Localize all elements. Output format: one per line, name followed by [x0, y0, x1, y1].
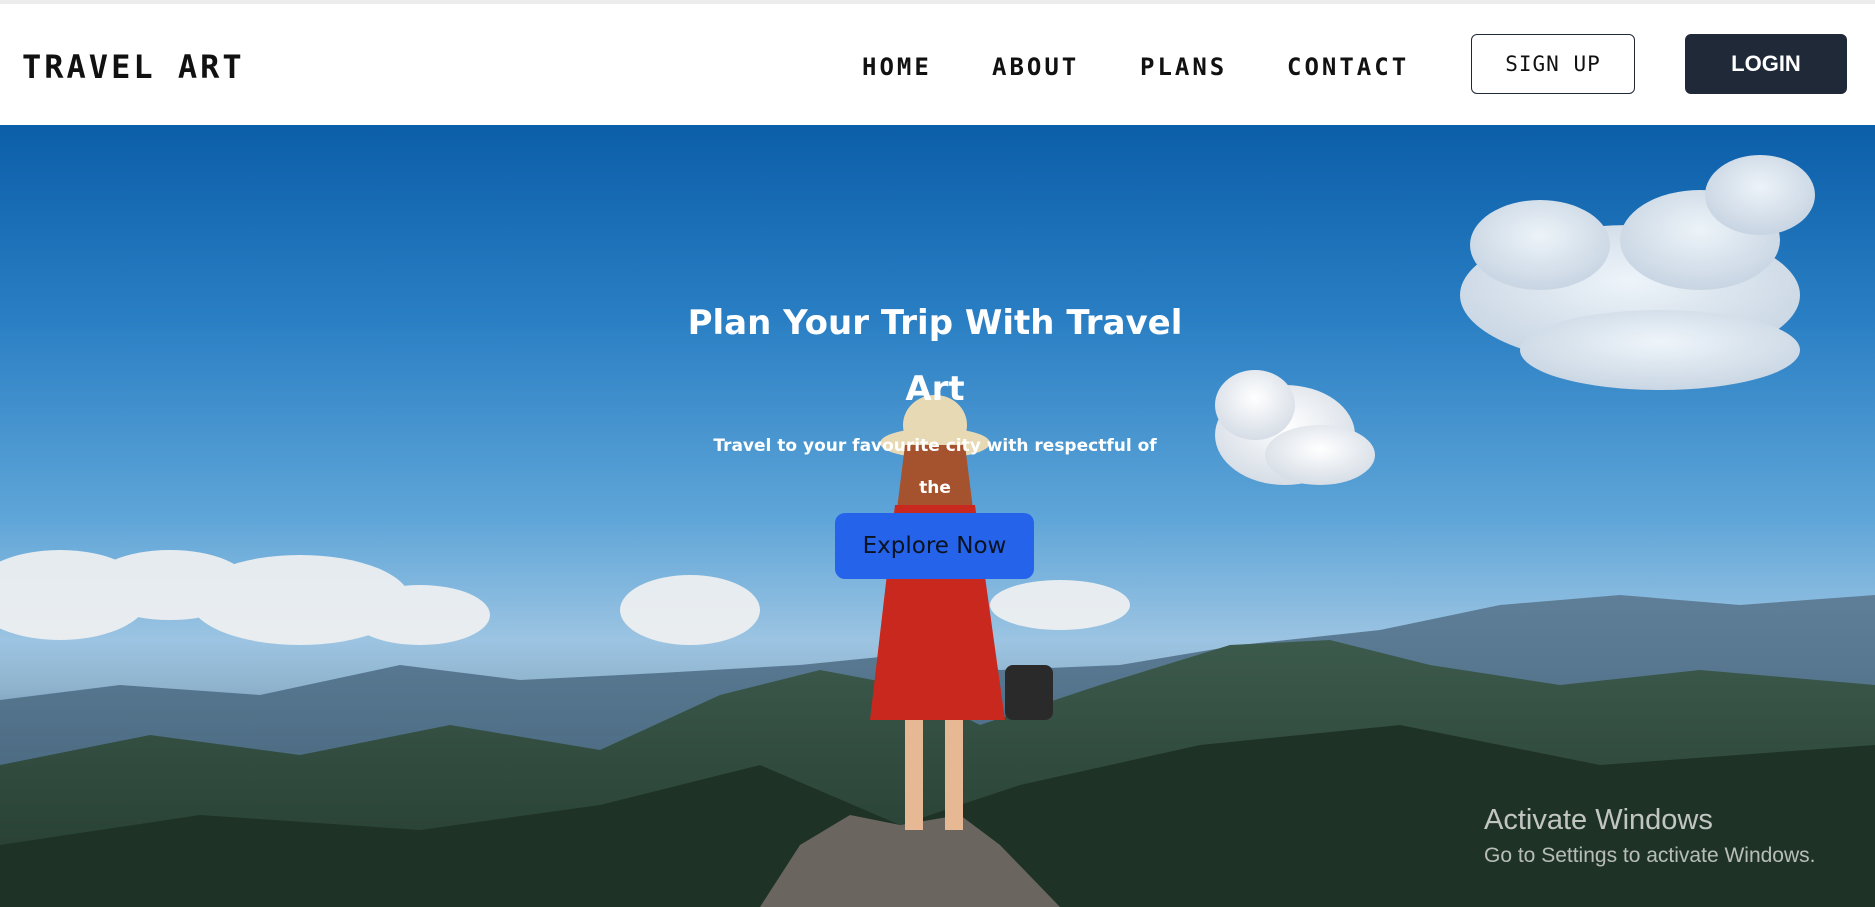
cloud-right	[1460, 155, 1815, 390]
hero-title-line1: Plan Your Trip With Travel	[687, 303, 1183, 343]
nav-contact[interactable]: CONTACT	[1287, 53, 1409, 81]
hero-subtitle-line1: Travel to your favourite city with respe…	[713, 436, 1157, 498]
hero-section: Plan Your Trip With Travel Art Travel to…	[0, 125, 1875, 907]
explore-now-button[interactable]: Explore Now	[835, 513, 1034, 579]
login-button[interactable]: LOGIN	[1685, 34, 1847, 94]
nav-about[interactable]: ABOUT	[992, 53, 1079, 81]
cloud-center	[1215, 370, 1375, 485]
navbar: TRAVEL ART HOME ABOUT PLANS CONTACT SIGN…	[0, 4, 1875, 125]
hero-title: Plan Your Trip With Travel Art	[640, 290, 1230, 422]
activate-windows-subtitle: Go to Settings to activate Windows.	[1484, 844, 1816, 867]
signup-button[interactable]: SIGN UP	[1471, 34, 1635, 94]
nav-home[interactable]: HOME	[862, 53, 932, 81]
activate-windows-title: Activate Windows	[1484, 804, 1713, 836]
hero-title-line2: Art	[905, 369, 965, 409]
nav-plans[interactable]: PLANS	[1140, 53, 1227, 81]
brand-logo[interactable]: TRAVEL ART	[22, 48, 245, 86]
